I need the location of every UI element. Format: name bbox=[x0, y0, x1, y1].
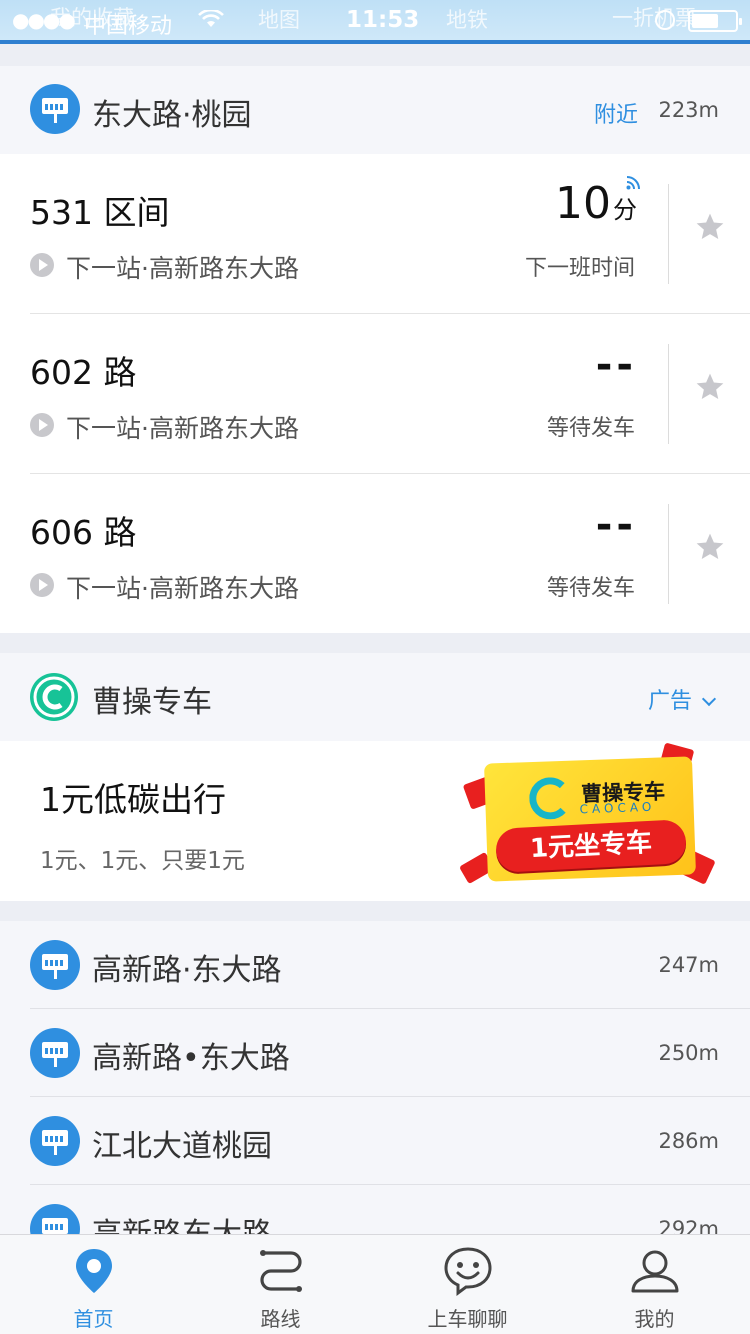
tab-label: 上车聊聊 bbox=[427, 1307, 508, 1331]
arrival-unit: 分 bbox=[613, 196, 637, 224]
route-name: 531 区间 bbox=[30, 193, 170, 232]
tab-map[interactable]: 地图 bbox=[258, 4, 300, 34]
divider bbox=[668, 344, 669, 444]
arrival-time: -- bbox=[595, 502, 637, 548]
user-icon bbox=[631, 1250, 679, 1293]
caocao-c-icon bbox=[528, 776, 572, 821]
divider bbox=[668, 504, 669, 604]
route-name: 602 路 bbox=[30, 353, 137, 392]
play-circle-icon bbox=[30, 253, 54, 277]
stop-name: 江北大道桃园 bbox=[92, 1129, 272, 1164]
status-bar: ●●●● 我的收藏 中国移动 地图 11:53 地铁 一折机票 bbox=[0, 0, 750, 44]
chevron-down-icon bbox=[701, 691, 717, 707]
tab-label: 路线 bbox=[260, 1307, 301, 1331]
play-circle-icon bbox=[30, 573, 54, 597]
chat-smile-icon bbox=[444, 1247, 492, 1296]
nearby-stop-row[interactable]: 江北大道桃园 286m bbox=[0, 1097, 750, 1185]
next-stop-label: 下一站·高新路东大路 bbox=[66, 254, 299, 283]
tab-chat[interactable]: 上车聊聊 bbox=[374, 1235, 561, 1334]
caocao-logo-icon bbox=[30, 673, 78, 721]
bus-stop-icon bbox=[30, 1116, 80, 1166]
ad-banner-image[interactable]: 曹操专车 CAOCAO 1元坐专车 bbox=[459, 742, 717, 896]
tab-discount-tickets[interactable]: 一折机票 bbox=[612, 2, 696, 32]
tab-label: 我的 bbox=[634, 1307, 675, 1331]
ad-label-text: 广告 bbox=[647, 689, 692, 714]
tab-metro[interactable]: 地铁 bbox=[446, 4, 488, 34]
bus-row-606[interactable]: 606 路 下一站·高新路东大路 -- 等待发车 bbox=[0, 474, 750, 634]
nearby-stop-row[interactable]: 高新路·东大路 247m bbox=[0, 921, 750, 1009]
tab-bar: 首页 路线 上车聊聊 我的 bbox=[0, 1234, 750, 1334]
bus-stop-icon bbox=[30, 84, 80, 134]
route-icon bbox=[260, 1250, 302, 1292]
ad-brand-name: 曹操专车 bbox=[92, 685, 212, 720]
stop-name: 高新路•东大路 bbox=[92, 1041, 290, 1076]
stop-distance: 286m bbox=[658, 1129, 719, 1153]
next-stop-label: 下一站·高新路东大路 bbox=[66, 574, 299, 603]
arrival-status: 等待发车 bbox=[546, 416, 635, 441]
ad-subtitle: 1元、1元、只要1元 bbox=[40, 848, 245, 874]
arrival-time: -- bbox=[595, 342, 637, 388]
location-pin-icon bbox=[76, 1249, 112, 1293]
next-stop-label: 下一站·高新路东大路 bbox=[66, 414, 299, 443]
arrival-time: 10分 bbox=[555, 178, 637, 229]
star-icon[interactable] bbox=[694, 371, 726, 403]
divider bbox=[668, 184, 669, 284]
rotation-lock-icon bbox=[655, 10, 675, 30]
nearby-stop-row[interactable]: 高新路东大路 292m bbox=[0, 1185, 750, 1234]
stop-distance: 250m bbox=[658, 1041, 719, 1065]
bus-stop-icon bbox=[30, 1204, 80, 1234]
banner-english: CAOCAO bbox=[579, 799, 656, 817]
ad-title: 1元低碳出行 bbox=[40, 780, 226, 819]
carrier-name: 中国移动 bbox=[84, 14, 173, 39]
tab-me[interactable]: 我的 bbox=[561, 1235, 748, 1334]
ad-label-dropdown[interactable]: 广告 bbox=[647, 683, 717, 715]
arrival-status: 等待发车 bbox=[546, 576, 635, 601]
stop-distance: 247m bbox=[658, 953, 719, 977]
clock: 11:53 bbox=[346, 7, 420, 33]
play-circle-icon bbox=[30, 413, 54, 437]
arrival-minutes: 10 bbox=[555, 178, 611, 229]
stop-name: 高新路·东大路 bbox=[92, 953, 282, 988]
station-header[interactable]: 东大路·桃园 附近 223m bbox=[0, 66, 750, 154]
route-name: 606 路 bbox=[30, 513, 137, 552]
bus-stop-icon bbox=[30, 940, 80, 990]
star-icon[interactable] bbox=[694, 531, 726, 563]
station-name: 东大路·桃园 bbox=[92, 98, 252, 133]
bus-stop-icon bbox=[30, 1028, 80, 1078]
bus-row-602[interactable]: 602 路 下一站·高新路东大路 -- 等待发车 bbox=[0, 314, 750, 474]
wifi-icon bbox=[198, 10, 224, 27]
station-distance: 223m bbox=[658, 98, 719, 122]
tab-home[interactable]: 首页 bbox=[0, 1235, 187, 1334]
battery-icon bbox=[688, 10, 742, 32]
arrival-status: 下一班时间 bbox=[524, 256, 635, 281]
bus-row-531[interactable]: 531 区间 下一站·高新路东大路 10分 下一班时间 bbox=[0, 154, 750, 314]
bus-list: 531 区间 下一站·高新路东大路 10分 下一班时间 602 路 下一站·高新… bbox=[0, 154, 750, 633]
nearby-link[interactable]: 附近 bbox=[594, 97, 638, 129]
tab-routes[interactable]: 路线 bbox=[187, 1235, 374, 1334]
star-icon[interactable] bbox=[694, 211, 726, 243]
stop-name: 高新路东大路 bbox=[92, 1209, 272, 1234]
ad-header: 曹操专车 广告 bbox=[0, 653, 750, 741]
nearby-stop-row[interactable]: 高新路•东大路 250m bbox=[0, 1009, 750, 1097]
tab-label: 首页 bbox=[73, 1307, 114, 1331]
nearby-stops-list: 高新路·东大路 247m 高新路•东大路 250m 江北大道桃园 286m 29… bbox=[0, 921, 750, 1234]
stop-distance: 292m bbox=[658, 1217, 719, 1234]
